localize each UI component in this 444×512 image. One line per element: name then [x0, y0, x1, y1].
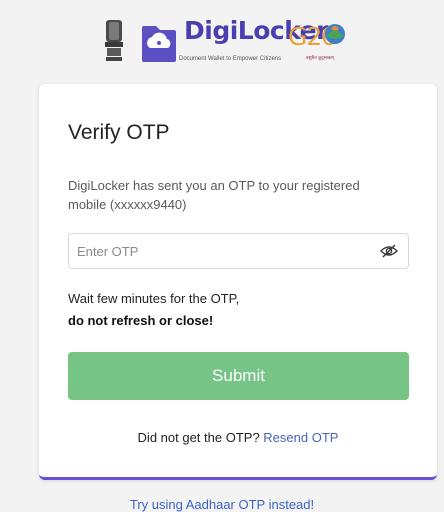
resend-otp-link[interactable]: Resend OTP — [263, 430, 338, 445]
submit-button[interactable]: Submit — [68, 352, 409, 400]
otp-sent-description: DigiLocker has sent you an OTP to your r… — [68, 178, 360, 212]
otp-input[interactable] — [69, 234, 377, 268]
page-title: Verify OTP — [68, 121, 170, 144]
refresh-warning: do not refresh or close! — [68, 313, 214, 328]
resend-row: Did not get the OTP? Resend OTP — [39, 430, 437, 445]
verify-otp-card: Verify OTP DigiLocker has sent you an OT… — [39, 84, 437, 480]
otp-field-container — [68, 233, 409, 269]
g20-lotus-icon — [325, 24, 345, 44]
digilocker-cloud-icon — [142, 26, 176, 62]
header: DigiLocker Document Wallet to Empower Ci… — [0, 0, 444, 84]
eye-slash-icon[interactable] — [380, 243, 398, 259]
brand-tagline: Document Wallet to Empower Citizens — [179, 56, 282, 62]
wait-message: Wait few minutes for the OTP, — [68, 291, 240, 306]
g20-tagline: वसुधैव कुटुम्बकम् — [306, 55, 334, 60]
resend-prefix: Did not get the OTP? — [137, 430, 260, 445]
national-emblem-icon — [105, 20, 123, 61]
aadhaar-otp-link[interactable]: Try using Aadhaar OTP instead! — [0, 497, 444, 512]
